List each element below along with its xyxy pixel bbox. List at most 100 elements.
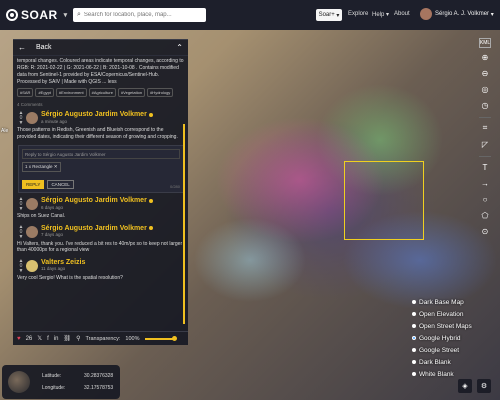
radio-icon (412, 312, 416, 316)
tag[interactable]: #Environment (55, 88, 87, 97)
vote-count: 0 (19, 262, 23, 269)
crop-icon[interactable]: ⌗ (478, 121, 492, 135)
layer-option[interactable]: Dark Blank (412, 356, 488, 368)
panel-action-bar: ♥ 26 𝕏 f in ⛓ ⚲ Transparency: 100% (13, 331, 188, 345)
soar-logo[interactable]: SOAR ▾ (6, 8, 68, 22)
tag[interactable]: #SAR (17, 88, 34, 97)
facebook-icon[interactable]: f (47, 336, 49, 342)
layers-icon[interactable]: ◈ (458, 379, 472, 393)
radio-icon (412, 300, 416, 304)
nav-help-label: Help (372, 12, 385, 18)
measure-icon[interactable]: ◸ (478, 137, 492, 151)
avatar (26, 112, 38, 124)
vote-control[interactable]: ▲ 0 ▼ (17, 111, 25, 126)
heart-icon[interactable]: ♥ (17, 336, 21, 342)
layer-label: Dark Base Map (419, 298, 464, 306)
nav-about[interactable]: About (394, 11, 410, 17)
nav-explore[interactable]: Explore (348, 11, 368, 17)
twitter-icon[interactable]: 𝕏 (37, 335, 42, 342)
logo-text: SOAR (21, 8, 58, 22)
map-description: temporal changes. Coloured areas indicat… (17, 58, 184, 85)
vote-control[interactable]: ▲ 0 ▼ (17, 258, 25, 274)
soar-logo-icon (6, 9, 18, 21)
layer-option[interactable]: White Blank (412, 368, 488, 380)
transparency-slider[interactable] (144, 335, 177, 341)
comment-time: 11 days ago (41, 266, 66, 271)
latitude-value: 30.28376328 (84, 373, 114, 379)
zoom-out-icon[interactable]: ⊖ (478, 66, 492, 80)
zoom-in-icon[interactable]: ⊕ (478, 50, 492, 64)
coordinates-panel: Latitude: 30.28376328 Longitude: 32.1757… (2, 365, 120, 399)
compass-icon[interactable]: ◷ (478, 98, 492, 112)
linkedin-icon[interactable]: in (54, 336, 59, 342)
minimap-globe[interactable] (8, 371, 30, 393)
divider (479, 117, 491, 118)
soar-plus-label: Soar+ (318, 12, 335, 18)
comment-time: a minute ago (41, 118, 68, 124)
soar-plus-button[interactable]: Soar+ ▾ (316, 9, 342, 21)
scrollbar[interactable] (183, 124, 185, 324)
link-icon[interactable]: ⛓ (63, 335, 71, 342)
top-bar: SOAR ▾ ⌕ Soar+ ▾ Explore Help ▾ About Sé… (0, 0, 500, 30)
avatar (26, 198, 38, 210)
longitude-value: 32.17578753 (84, 385, 114, 391)
avatar (420, 8, 432, 20)
kml-icon[interactable]: KML (479, 38, 491, 48)
tag[interactable]: #Hydrology (147, 88, 174, 97)
layer-option[interactable]: Google Street (412, 344, 488, 356)
user-name: Sérgio A. J. Volkmer (435, 11, 490, 17)
search-input[interactable] (83, 12, 194, 18)
comment-item: ▲ 0 ▼ Sérgio Augusto Jardim Volkmer 7 days… (13, 223, 188, 257)
search-icon: ⌕ (77, 11, 81, 18)
comment-author[interactable]: Sérgio Augusto Jardim Volkmer (41, 225, 147, 232)
tools-icon[interactable]: ⚙ (477, 379, 491, 393)
layer-label: Dark Blank (419, 358, 451, 366)
polygon-icon[interactable]: ⬠ (478, 208, 492, 222)
comment-author[interactable]: Valters Zeizis (41, 259, 85, 266)
layer-option[interactable]: Google Hybrid (412, 332, 488, 344)
arrow-icon[interactable]: → (478, 176, 492, 190)
back-arrow-icon[interactable]: ← (18, 43, 26, 52)
vote-control[interactable]: ▲ 0 ▼ (17, 197, 25, 212)
reply-box: Reply to Sérgio Augusto Jardim Volkmer 1… (18, 145, 184, 193)
comment-item: ▲ 0 ▼ Valters Zeizis 11 days ago Very cool… (13, 257, 188, 285)
rectangle-chip[interactable]: 1 x Rectangle ✕ (22, 162, 61, 172)
like-count: 26 (25, 335, 33, 342)
location-icon[interactable]: ◎ (478, 82, 492, 96)
layer-option[interactable]: Open Elevation (412, 308, 488, 320)
nav-help[interactable]: Help ▾ (372, 11, 389, 18)
longitude-label: Longitude: (42, 385, 66, 391)
circle-icon[interactable]: ○ (478, 192, 492, 206)
tag[interactable]: #Agriculture (88, 88, 116, 97)
tag[interactable]: #Egypt (35, 88, 54, 97)
cancel-button[interactable]: CANCEL (47, 180, 74, 189)
chevron-down-icon[interactable]: ▾ (64, 11, 68, 19)
tag[interactable]: #Vegetation (117, 88, 146, 97)
verified-badge-icon (148, 198, 153, 203)
transparency-label: Transparency: (85, 335, 121, 342)
reply-button[interactable]: REPLY (22, 180, 45, 189)
verified-badge-icon (148, 112, 153, 117)
char-count: 0/280 (169, 184, 180, 189)
comment-author[interactable]: Sérgio Augusto Jardim Volkmer (41, 197, 147, 204)
crosshair-icon[interactable]: ⊙ (478, 224, 492, 238)
comment-author[interactable]: Sérgio Augusto Jardim Volkmer (41, 111, 147, 118)
comment-text: Those patterns in Redish, Greenish and B… (17, 127, 178, 140)
layer-label: Open Street Maps (419, 322, 472, 330)
text-icon[interactable]: T (478, 160, 492, 174)
radio-selected-icon (412, 336, 416, 340)
user-menu[interactable]: Sérgio A. J. Volkmer ▾ (420, 8, 494, 20)
comment-item: ▲ 0 ▼ Sérgio Augusto Jardim Volkmer 6 days… (13, 195, 188, 223)
vote-control[interactable]: ▲ 0 ▼ (17, 224, 25, 240)
rectangle-annotation[interactable] (344, 161, 424, 240)
layer-option[interactable]: Open Street Maps (412, 320, 488, 332)
comment-time: 7 days ago (41, 232, 64, 237)
layer-label: Google Hybrid (419, 334, 461, 342)
back-button[interactable]: Back (36, 44, 52, 51)
pin-icon[interactable]: ⚲ (76, 335, 80, 342)
reply-input[interactable]: Reply to Sérgio Augusto Jardim Volkmer (22, 149, 180, 159)
layer-option[interactable]: Dark Base Map (412, 296, 488, 308)
base-layer-list: Dark Base Map Open Elevation Open Street… (412, 296, 488, 380)
search-box[interactable]: ⌕ (73, 8, 206, 22)
chevron-up-icon[interactable]: ⌃ (176, 43, 183, 52)
